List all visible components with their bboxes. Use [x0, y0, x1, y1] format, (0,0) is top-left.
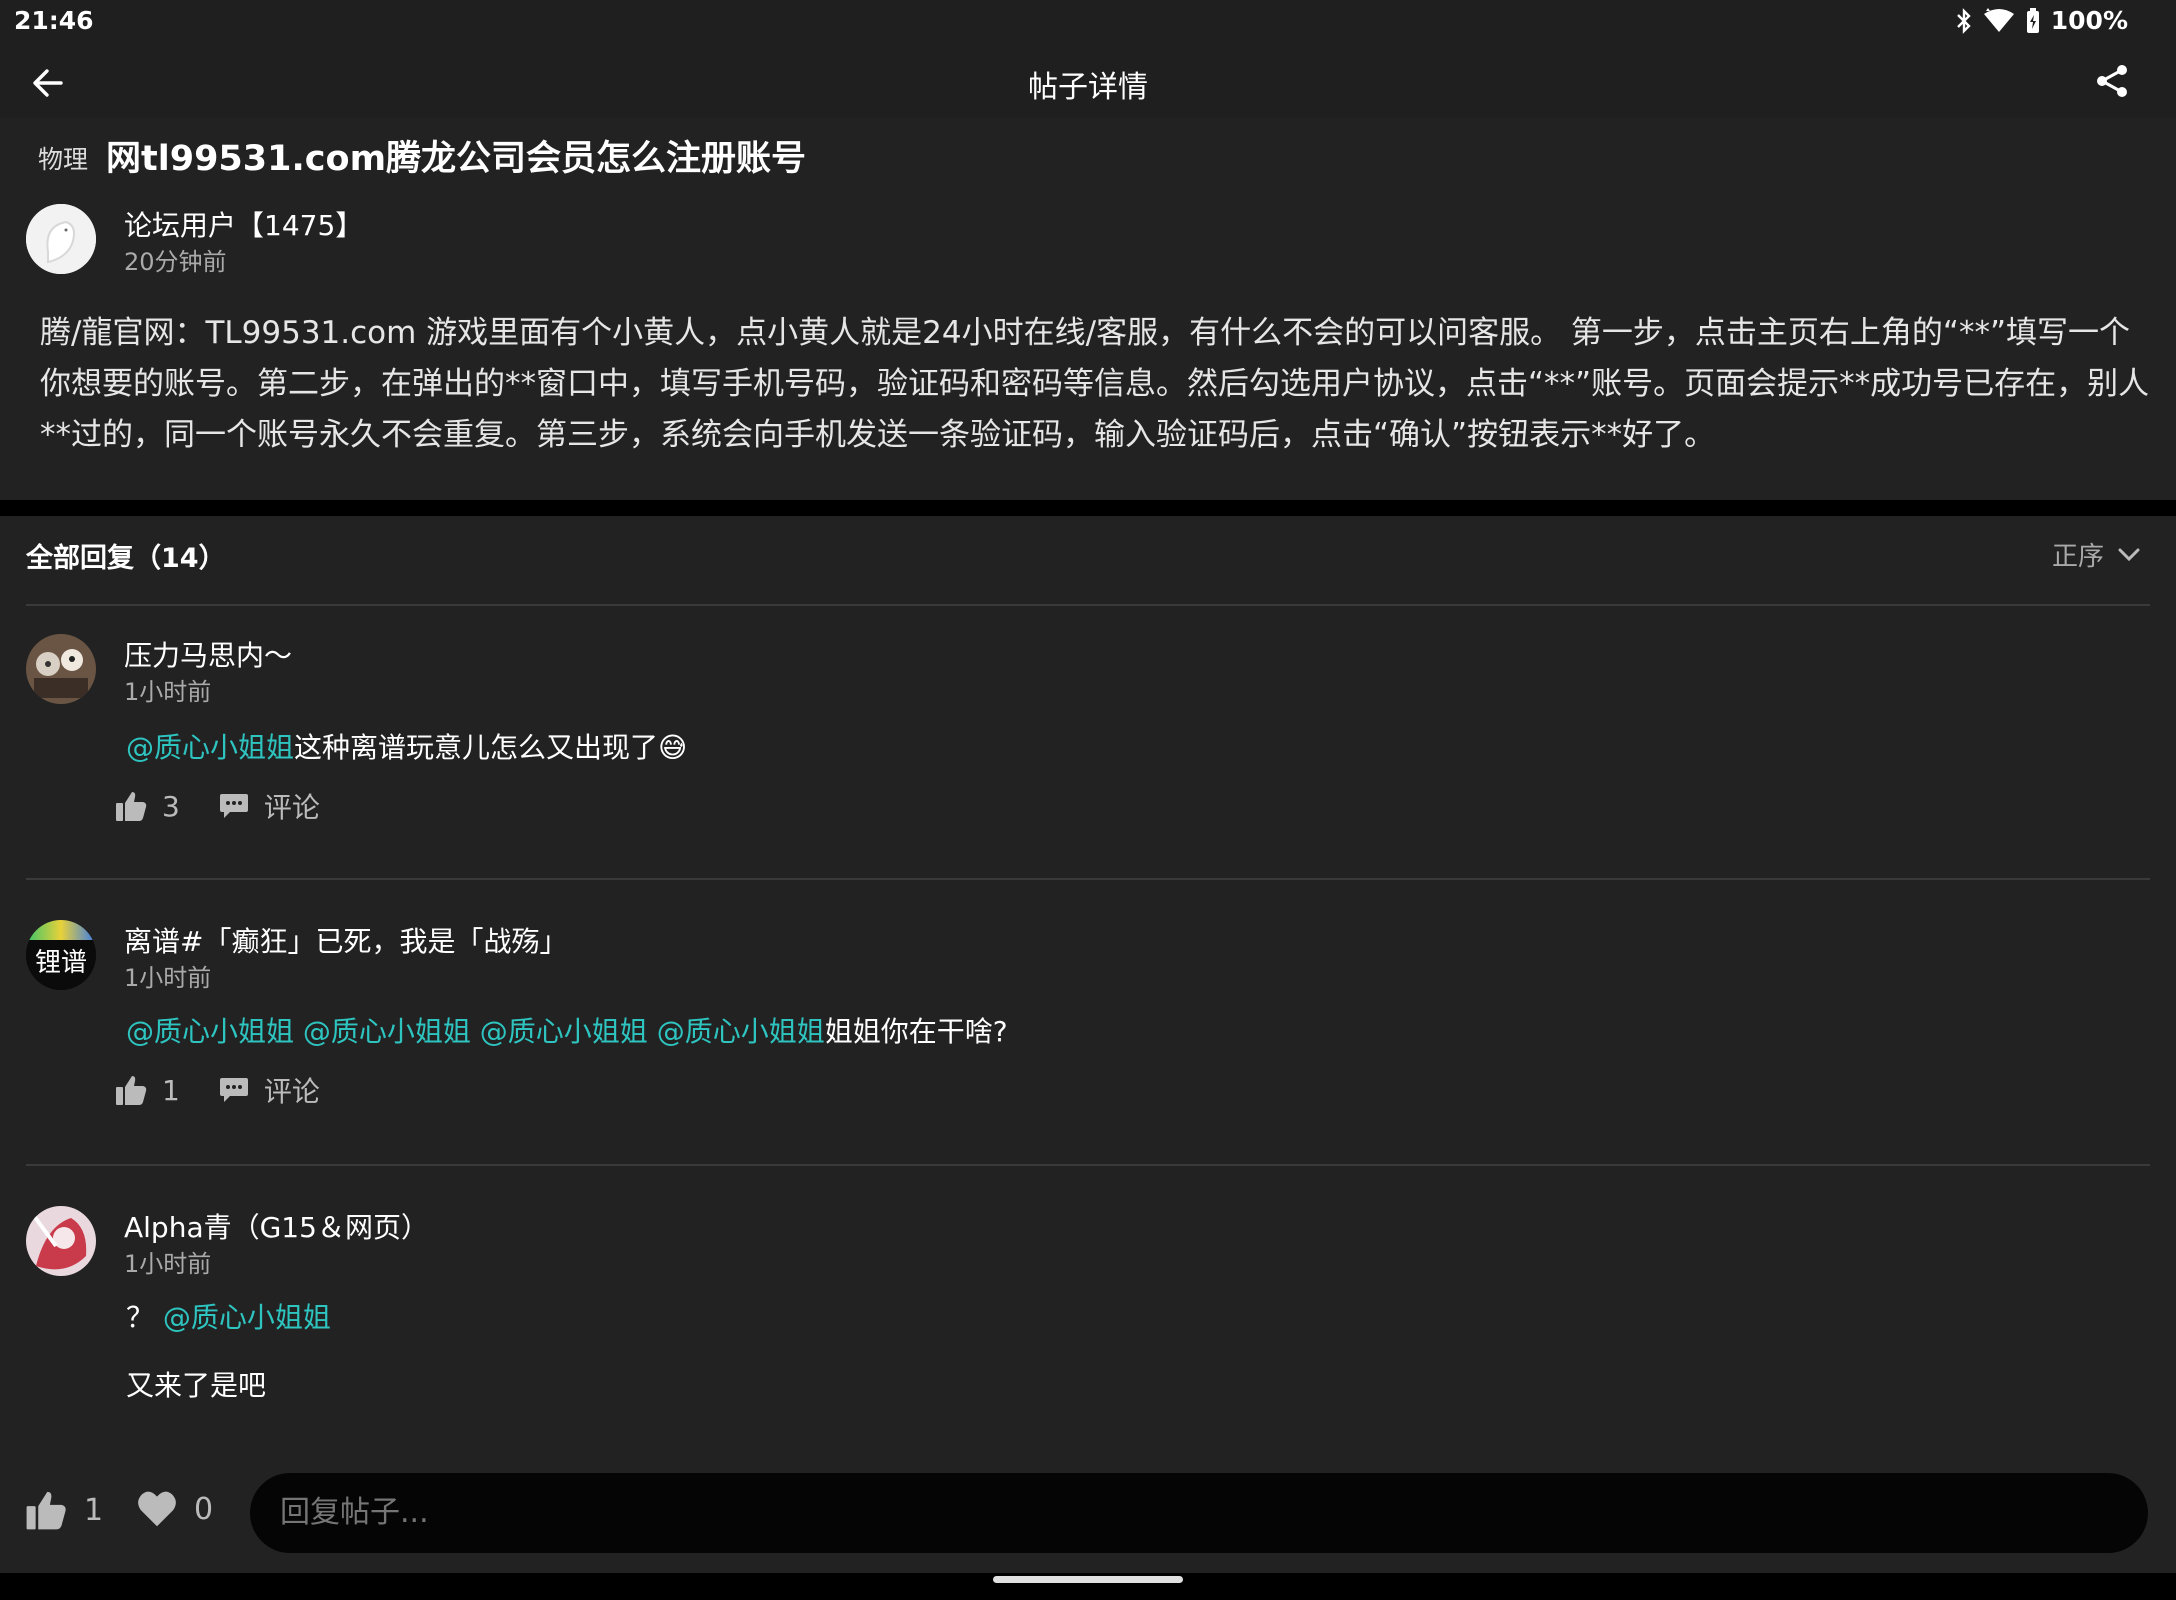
reply-text: 又来了是吧 [126, 1369, 267, 1402]
status-bar: 21:46 100% [0, 0, 2176, 44]
bottom-bar: 1 0 [0, 1460, 2176, 1573]
thumbs-up-icon [26, 1491, 66, 1530]
chevron-down-icon [2118, 548, 2140, 561]
like-count: 3 [162, 789, 180, 823]
like-button[interactable]: 1 [114, 1073, 180, 1107]
reply-content: @质心小姐姐 @质心小姐姐 @质心小姐姐 @质心小姐姐姐姐你在干啥? [126, 1010, 1008, 1050]
replies-section: 全部回复（14） 正序 压力马思内～ 1小时前 @质心小姐姐这种离谱玩意儿怎么又… [0, 516, 2176, 1573]
reply-prefix: ？ [126, 1301, 155, 1334]
sort-dropdown[interactable]: 正序 [2052, 536, 2140, 573]
thumbs-up-icon [116, 1076, 147, 1105]
post-card: 物理 网tl99531.com腾龙公司会员怎么注册账号 论坛用户【1475】 2… [0, 118, 2176, 500]
battery-percent: 100% [2050, 6, 2128, 35]
section-divider [0, 500, 2176, 516]
comment-button[interactable]: 评论 [218, 786, 320, 826]
mention-link[interactable]: @质心小姐姐 @质心小姐姐 @质心小姐姐 @质心小姐姐 [126, 1015, 825, 1048]
mention-link[interactable]: @质心小姐姐 [163, 1301, 331, 1334]
reply-text: 姐姐你在干啥? [824, 1015, 1008, 1048]
reply-text: 这种离谱玩意儿怎么又出现了😅 [294, 731, 688, 764]
reply-avatar[interactable] [26, 634, 96, 704]
reply-input[interactable] [250, 1473, 2148, 1553]
post-like-button[interactable]: 1 [24, 1488, 103, 1532]
mention-link[interactable]: @质心小姐姐 [126, 731, 294, 764]
post-time: 20分钟前 [124, 248, 227, 276]
comment-button[interactable]: 评论 [218, 1070, 320, 1110]
reply-time: 1小时前 [124, 964, 212, 992]
reply-content-line2: 又来了是吧 [126, 1364, 266, 1404]
thumbs-up-icon [116, 792, 147, 821]
divider [26, 878, 2150, 880]
reply-author[interactable]: 压力马思内～ [124, 634, 292, 674]
battery-icon [2025, 7, 2041, 34]
author-name[interactable]: 论坛用户【1475】 [124, 204, 363, 244]
reply-author[interactable]: Alpha青（G15＆网页） [124, 1206, 429, 1246]
post-body: 腾/龍官网：TL99531.com 游戏里面有个小黄人，点小黄人就是24小时在线… [40, 315, 2150, 453]
reply-content: @质心小姐姐这种离谱玩意儿怎么又出现了😅 [126, 726, 687, 766]
app-bar: 帖子详情 [0, 44, 2176, 118]
comment-label: 评论 [263, 791, 320, 824]
comment-icon [219, 794, 248, 818]
post-favorite-button[interactable]: 0 [136, 1488, 213, 1530]
post-like-count: 1 [84, 1492, 104, 1528]
status-icons: 100% [1955, 6, 2128, 35]
reply-avatar[interactable] [26, 1206, 96, 1276]
reply-time: 1小时前 [124, 1250, 212, 1278]
status-time: 21:46 [14, 6, 94, 35]
share-icon [2097, 65, 2127, 97]
like-button[interactable]: 3 [114, 789, 180, 823]
divider [26, 1164, 2150, 1166]
reply-content: ？ @质心小姐姐 [126, 1296, 331, 1336]
post-title: 网tl99531.com腾龙公司会员怎么注册账号 [106, 139, 807, 179]
comment-icon [219, 1078, 248, 1102]
comment-label: 评论 [263, 1075, 320, 1108]
replies-header: 全部回复（14） [26, 543, 226, 574]
share-button[interactable] [2088, 57, 2136, 105]
reply-actions: 1 评论 [114, 1070, 358, 1110]
heart-icon [138, 1491, 176, 1527]
divider [26, 604, 2150, 606]
reply-actions: 3 评论 [114, 786, 358, 826]
wifi-icon [1983, 7, 2015, 34]
bluetooth-icon [1955, 7, 1973, 34]
like-count: 1 [162, 1073, 180, 1107]
reply-avatar[interactable]: 锂谱 [26, 920, 96, 990]
page-title: 帖子详情 [1028, 70, 1148, 105]
reply-time: 1小时前 [124, 678, 212, 706]
avatar-text: 锂谱 [34, 948, 87, 978]
navigation-bar [0, 1573, 2176, 1600]
sort-label: 正序 [2051, 542, 2104, 572]
post-heart-count: 0 [194, 1491, 214, 1527]
home-indicator[interactable] [993, 1576, 1183, 1583]
author-avatar[interactable] [26, 204, 96, 274]
post-tag[interactable]: 物理 [38, 140, 88, 176]
reply-author[interactable]: 离谱#「癫狂」已死，我是「战殇」 [124, 920, 567, 960]
